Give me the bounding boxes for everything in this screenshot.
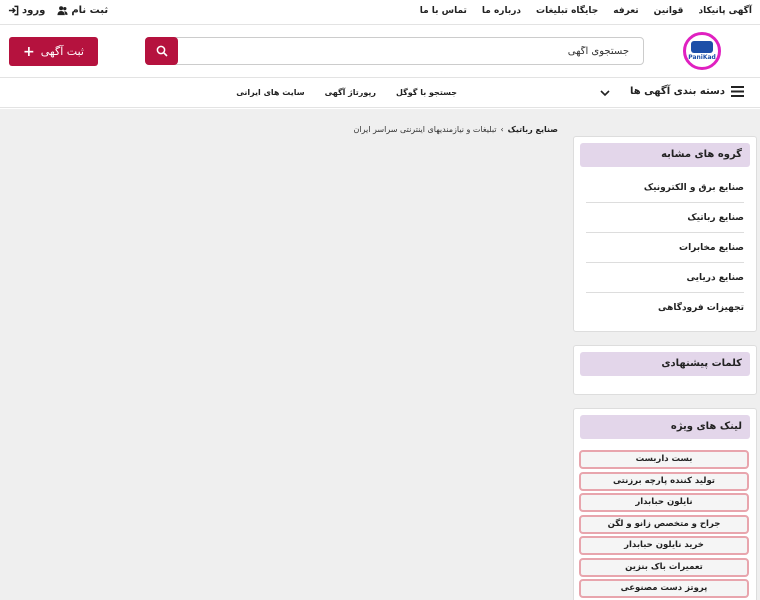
top-nav-rules[interactable]: قوانین bbox=[654, 6, 684, 16]
post-ad-label: ثبت آگهی bbox=[40, 45, 84, 58]
group-item-telecom[interactable]: صنایع مخابرات bbox=[586, 233, 744, 263]
categories-label: دسته بندی آگهی ها bbox=[630, 86, 725, 97]
similar-groups-box: گروه های مشابه صنایع برق و الکترونیک صنا… bbox=[573, 136, 757, 332]
search-input[interactable] bbox=[177, 38, 643, 64]
logo-emblem bbox=[691, 41, 713, 53]
search-icon bbox=[156, 45, 168, 57]
users-icon bbox=[57, 6, 68, 16]
group-item-robotics[interactable]: صنایع رباتیک bbox=[586, 203, 744, 233]
breadcrumb-current[interactable]: صنایع رباتیک bbox=[508, 125, 558, 134]
header: PaniKad ثبت آگهی + bbox=[0, 25, 760, 78]
breadcrumb: صنایع رباتیک › تبلیغات و نیازمندیهای این… bbox=[353, 125, 558, 134]
special-link[interactable]: بست داربست bbox=[579, 450, 749, 469]
category-nav: دسته بندی آگهی ها جستجو با گوگل رپورتاژ … bbox=[0, 78, 760, 108]
special-link[interactable]: تعمیرات باک بنزین bbox=[579, 557, 749, 577]
breadcrumb-separator: › bbox=[500, 125, 504, 134]
chevron-down-icon[interactable] bbox=[599, 87, 611, 99]
hamburger-icon bbox=[731, 86, 744, 97]
register-label: ثبت نام bbox=[71, 5, 109, 16]
logo-text: PaniKad bbox=[688, 54, 716, 61]
special-link[interactable]: خرید نایلون حبابدار bbox=[579, 536, 749, 555]
login-link[interactable]: ورود bbox=[8, 5, 45, 16]
nav-link-google-search[interactable]: جستجو با گوگل bbox=[396, 88, 457, 97]
similar-groups-title: گروه های مشابه bbox=[580, 143, 750, 167]
nav-link-reportage[interactable]: رپورتاژ آگهی bbox=[325, 88, 376, 97]
group-item-airport-equipment[interactable]: تجهیزات فرودگاهی bbox=[586, 293, 744, 323]
search-box bbox=[145, 37, 644, 65]
special-links-box: لینک های ویژه بست داربست تولید کننده پار… bbox=[573, 408, 757, 600]
top-bar: آگهی پانیکاد قوانین تعرفه جایگاه تبلیغات… bbox=[0, 0, 760, 25]
special-link[interactable]: تولید کننده پارچه برزنتی bbox=[579, 471, 749, 491]
group-item-electronics[interactable]: صنایع برق و الکترونیک bbox=[586, 173, 744, 203]
categories-menu[interactable]: دسته بندی آگهی ها bbox=[630, 86, 744, 97]
top-nav: آگهی پانیکاد قوانین تعرفه جایگاه تبلیغات… bbox=[420, 6, 752, 16]
site-logo[interactable]: PaniKad bbox=[683, 32, 721, 70]
search-button[interactable] bbox=[145, 37, 178, 65]
top-nav-pricing[interactable]: تعرفه bbox=[613, 6, 638, 16]
login-icon bbox=[8, 5, 19, 16]
top-nav-panikad-ads[interactable]: آگهی پانیکاد bbox=[698, 6, 752, 16]
top-nav-ad-placement[interactable]: جایگاه تبلیغات bbox=[536, 6, 598, 16]
breadcrumb-parent[interactable]: تبلیغات و نیازمندیهای اینترنتی سراسر ایر… bbox=[353, 125, 496, 134]
top-nav-about[interactable]: درباره ما bbox=[482, 6, 521, 16]
special-links-title: لینک های ویژه bbox=[580, 415, 750, 439]
special-links-list: بست داربست تولید کننده پارچه برزنتی نایل… bbox=[579, 450, 749, 600]
suggested-keywords-box: کلمات پیشنهادی bbox=[573, 345, 757, 395]
nav-links: جستجو با گوگل رپورتاژ آگهی سایت های ایرا… bbox=[236, 88, 457, 97]
register-link[interactable]: ثبت نام bbox=[57, 5, 108, 16]
top-nav-contact[interactable]: تماس با ما bbox=[420, 6, 467, 16]
nav-link-iranian-sites[interactable]: سایت های ایرانی bbox=[236, 88, 304, 97]
special-link[interactable]: جراح و متخصص زانو و لگن bbox=[579, 514, 749, 534]
similar-groups-list: صنایع برق و الکترونیک صنایع رباتیک صنایع… bbox=[586, 173, 744, 323]
post-ad-button[interactable]: ثبت آگهی + bbox=[9, 37, 98, 66]
plus-icon: + bbox=[23, 43, 35, 60]
login-label: ورود bbox=[22, 5, 46, 16]
special-link[interactable]: نایلون حبابدار bbox=[579, 493, 749, 512]
group-item-marine[interactable]: صنایع دریایی bbox=[586, 263, 744, 293]
special-link[interactable]: پروتز دست مصنوعی bbox=[579, 579, 749, 598]
auth-links: ورود ثبت نام bbox=[8, 5, 108, 16]
suggested-keywords-title: کلمات پیشنهادی bbox=[580, 352, 750, 376]
